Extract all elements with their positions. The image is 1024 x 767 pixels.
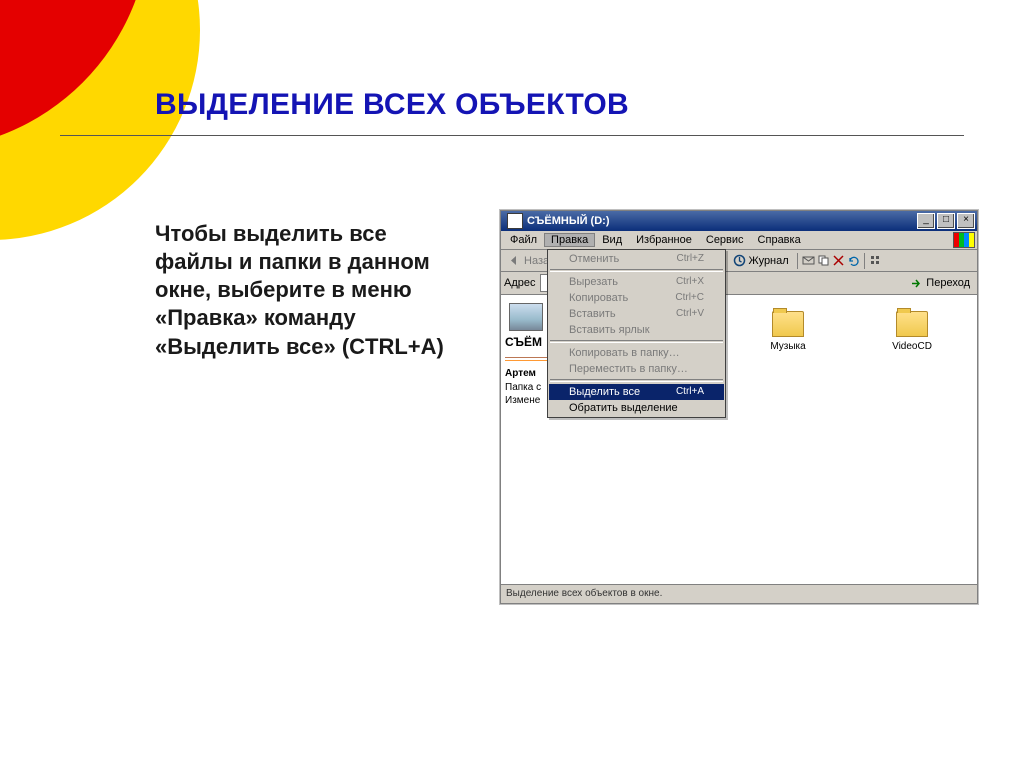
address-label: Адрес (504, 277, 536, 289)
menu-bar: Файл Правка Вид Избранное Сервис Справка (501, 231, 977, 250)
toolbar-separator (864, 253, 865, 269)
menu-view[interactable]: Вид (595, 233, 629, 247)
folder-music[interactable]: Музыка (756, 311, 820, 352)
delete-icon[interactable] (832, 254, 845, 267)
menu-item-select-all[interactable]: Выделить все Ctrl+A (549, 384, 724, 400)
folder-area: Музыка VideoCD (756, 311, 944, 352)
undo-icon[interactable] (847, 254, 860, 267)
copy-icon[interactable] (817, 254, 830, 267)
menu-item-shortcut: Ctrl+A (676, 386, 704, 398)
close-button[interactable]: × (957, 213, 975, 229)
drive-panel-icon (509, 303, 543, 331)
menu-item-label: Выделить все (569, 386, 640, 398)
menu-item-shortcut: Ctrl+C (675, 292, 704, 304)
menu-file[interactable]: Файл (503, 233, 544, 247)
title-bar[interactable]: СЪЁМНЫЙ (D:) _ □ × (501, 211, 977, 231)
menu-separator (550, 379, 723, 382)
journal-label: Журнал (749, 255, 789, 267)
menu-edit[interactable]: Правка (544, 233, 595, 247)
windows-flag-icon (953, 232, 975, 248)
title-underline (60, 135, 964, 136)
folder-icon (772, 311, 804, 337)
menu-item-invert-selection[interactable]: Обратить выделение (549, 400, 724, 416)
menu-item-copy-to-folder[interactable]: Копировать в папку… (549, 345, 724, 361)
status-bar: Выделение всех объектов в окне. (501, 584, 977, 603)
toolbar-separator (797, 253, 798, 269)
menu-item-paste-shortcut[interactable]: Вставить ярлык (549, 322, 724, 338)
mailto-icon[interactable] (802, 254, 815, 267)
slide-title: ВЫДЕЛЕНИЕ ВСЕХ ОБЪЕКТОВ (155, 88, 969, 122)
window-title: СЪЁМНЫЙ (D:) (527, 215, 915, 227)
go-arrow-icon (910, 277, 923, 290)
menu-item-undo[interactable]: Отменить Ctrl+Z (549, 251, 724, 267)
menu-separator (550, 340, 723, 343)
menu-favorites[interactable]: Избранное (629, 233, 699, 247)
menu-item-label: Отменить (569, 253, 619, 265)
minimize-button[interactable]: _ (917, 213, 935, 229)
menu-item-label: Вставить (569, 308, 616, 320)
menu-item-cut[interactable]: Вырезать Ctrl+X (549, 274, 724, 290)
folder-icon (896, 311, 928, 337)
menu-item-copy[interactable]: Копировать Ctrl+C (549, 290, 724, 306)
menu-tools[interactable]: Сервис (699, 233, 751, 247)
explorer-window: СЪЁМНЫЙ (D:) _ □ × Файл Правка Вид Избра… (500, 210, 978, 604)
views-icon[interactable] (869, 254, 882, 267)
menu-separator (550, 269, 723, 272)
drive-icon (507, 213, 523, 229)
back-arrow-icon (508, 254, 521, 267)
menu-item-label: Вставить ярлык (569, 324, 650, 336)
menu-item-shortcut: Ctrl+V (676, 308, 704, 320)
menu-item-label: Обратить выделение (569, 402, 678, 414)
menu-item-label: Переместить в папку… (569, 363, 688, 375)
folder-videocd[interactable]: VideoCD (880, 311, 944, 352)
folder-label: VideoCD (892, 341, 932, 352)
menu-item-label: Копировать (569, 292, 628, 304)
slide-body-text: Чтобы выделить все файлы и папки в данно… (155, 220, 465, 361)
go-button[interactable]: Переход (906, 277, 974, 290)
maximize-button[interactable]: □ (937, 213, 955, 229)
folder-label: Музыка (770, 341, 805, 352)
menu-item-shortcut: Ctrl+X (676, 276, 704, 288)
journal-button[interactable]: Журнал (729, 253, 793, 268)
menu-item-paste[interactable]: Вставить Ctrl+V (549, 306, 724, 322)
journal-icon (733, 254, 746, 267)
menu-item-label: Копировать в папку… (569, 347, 680, 359)
menu-item-move-to-folder[interactable]: Переместить в папку… (549, 361, 724, 377)
menu-help[interactable]: Справка (751, 233, 808, 247)
menu-item-shortcut: Ctrl+Z (677, 253, 705, 265)
go-label: Переход (926, 277, 970, 289)
menu-item-label: Вырезать (569, 276, 618, 288)
edit-menu-dropdown: Отменить Ctrl+Z Вырезать Ctrl+X Копирова… (547, 249, 726, 418)
